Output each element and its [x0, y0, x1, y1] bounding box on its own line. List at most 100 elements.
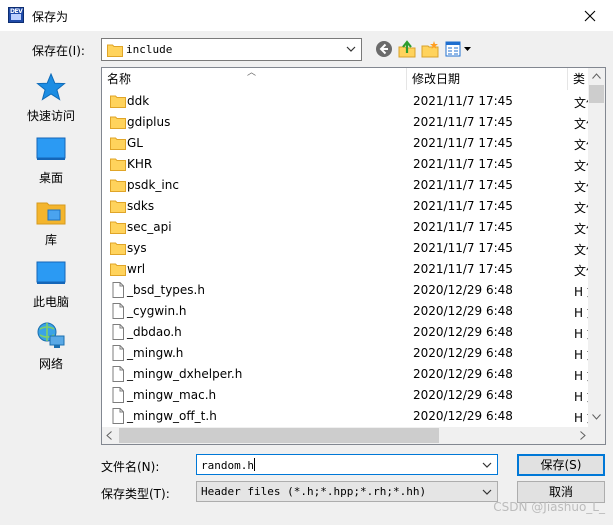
file-date: 2021/11/7 17:45 — [413, 157, 513, 171]
file-row[interactable]: KHR2021/11/7 17:45文件夹 — [102, 154, 590, 175]
file-row[interactable]: psdk_inc2021/11/7 17:45文件夹 — [102, 175, 590, 196]
app-icon: DEV — [8, 7, 24, 23]
window-title: 保存为 — [32, 10, 69, 24]
chevron-down-icon — [346, 46, 356, 52]
file-row[interactable]: _dbdao.h2020/12/29 6:48H 文件 — [102, 322, 590, 343]
title-bar: DEV 保存为 — [0, 0, 613, 31]
file-date: 2020/12/29 6:48 — [413, 325, 513, 339]
file-date: 2021/11/7 17:45 — [413, 241, 513, 255]
file-type-dropdown[interactable]: Header files (*.h;*.hpp;*.rh;*.hh) — [196, 481, 498, 502]
save-in-label: 保存在(I): — [32, 44, 85, 58]
file-name: wrl — [127, 262, 146, 276]
up-folder-button[interactable] — [396, 38, 418, 60]
file-name: _bsd_types.h — [127, 283, 205, 297]
file-date: 2020/12/29 6:48 — [413, 346, 513, 360]
file-name-label: 文件名(N): — [101, 460, 160, 474]
file-row[interactable]: _mingw_mac.h2020/12/29 6:48H 文件 — [102, 385, 590, 406]
file-row[interactable]: _mingw_off_t.h2020/12/29 6:48H 文件 — [102, 406, 590, 427]
this-pc-icon — [36, 261, 66, 284]
file-icon — [110, 345, 126, 361]
file-date: 2020/12/29 6:48 — [413, 367, 513, 381]
file-row[interactable]: wrl2021/11/7 17:45文件夹 — [102, 259, 590, 280]
file-name: gdiplus — [127, 115, 171, 129]
file-date: 2021/11/7 17:45 — [413, 94, 513, 108]
file-date: 2020/12/29 6:48 — [413, 409, 513, 423]
place-network[interactable]: 网络 — [8, 319, 94, 377]
column-date[interactable]: 修改日期 — [407, 68, 567, 90]
file-type-label: 保存类型(T): — [101, 487, 170, 501]
column-name[interactable]: 名称 — [102, 68, 406, 90]
file-date: 2021/11/7 17:45 — [413, 220, 513, 234]
column-type[interactable]: 类型 — [568, 68, 590, 90]
folder-icon — [110, 156, 126, 172]
file-list[interactable]: ︿ 名称 修改日期 类型 ddk2021/11/7 17:45文件夹gdiplu… — [101, 67, 606, 445]
scroll-up-icon[interactable] — [592, 73, 601, 79]
close-button[interactable] — [567, 0, 613, 31]
file-row[interactable]: sec_api2021/11/7 17:45文件夹 — [102, 217, 590, 238]
file-date: 2021/11/7 17:45 — [413, 262, 513, 276]
folder-icon — [110, 114, 126, 130]
file-name: _cygwin.h — [127, 304, 187, 318]
location-dropdown[interactable]: include — [101, 38, 362, 61]
scroll-right-icon[interactable] — [580, 431, 586, 440]
folder-icon — [110, 93, 126, 109]
file-icon — [110, 324, 126, 340]
file-name-input[interactable]: random.h — [196, 454, 498, 475]
file-date: 2020/12/29 6:48 — [413, 304, 513, 318]
save-button[interactable]: 保存(S) — [517, 454, 605, 476]
horizontal-scroll-thumb[interactable] — [119, 428, 439, 443]
vertical-scrollbar[interactable] — [588, 68, 605, 427]
back-icon — [376, 41, 392, 57]
column-header: ︿ 名称 修改日期 类型 — [102, 68, 590, 90]
horizontal-scrollbar[interactable] — [102, 427, 590, 444]
file-name: sdks — [127, 199, 155, 213]
vertical-scroll-thumb[interactable] — [589, 85, 604, 103]
scrollbar-corner — [588, 427, 605, 444]
place-desktop[interactable]: 桌面 — [8, 133, 94, 191]
file-icon — [110, 387, 126, 403]
back-button[interactable] — [373, 38, 395, 60]
file-name: sec_api — [127, 220, 172, 234]
file-icon — [110, 282, 126, 298]
file-icon — [110, 366, 126, 382]
view-menu-icon — [445, 41, 471, 57]
file-name: psdk_inc — [127, 178, 179, 192]
file-date: 2020/12/29 6:48 — [413, 283, 513, 297]
chevron-down-icon[interactable] — [481, 459, 493, 471]
view-menu-button[interactable] — [444, 38, 474, 60]
watermark: CSDN @Jiashuo_L_ — [493, 500, 605, 514]
file-row[interactable]: _bsd_types.h2020/12/29 6:48H 文件 — [102, 280, 590, 301]
file-row[interactable]: GL2021/11/7 17:45文件夹 — [102, 133, 590, 154]
library-icon — [36, 202, 66, 225]
place-quick-access[interactable]: 快速访问 — [8, 71, 94, 129]
file-date: 2021/11/7 17:45 — [413, 115, 513, 129]
folder-icon — [110, 219, 126, 235]
file-row[interactable]: _mingw_dxhelper.h2020/12/29 6:48H 文件 — [102, 364, 590, 385]
folder-icon — [110, 135, 126, 151]
scroll-left-icon[interactable] — [106, 431, 112, 440]
file-row[interactable]: _mingw.h2020/12/29 6:48H 文件 — [102, 343, 590, 364]
file-row[interactable]: sys2021/11/7 17:45文件夹 — [102, 238, 590, 259]
new-folder-icon — [421, 41, 439, 58]
file-row[interactable]: ddk2021/11/7 17:45文件夹 — [102, 91, 590, 112]
folder-icon — [110, 240, 126, 256]
quick-access-star-icon — [36, 73, 66, 101]
file-row[interactable]: sdks2021/11/7 17:45文件夹 — [102, 196, 590, 217]
file-date: 2021/11/7 17:45 — [413, 199, 513, 213]
file-row[interactable]: gdiplus2021/11/7 17:45文件夹 — [102, 112, 590, 133]
place-this-pc[interactable]: 此电脑 — [8, 257, 94, 315]
file-name: _mingw_mac.h — [127, 388, 217, 402]
scroll-down-icon[interactable] — [592, 414, 601, 420]
file-name: _mingw_dxhelper.h — [127, 367, 243, 381]
file-name: ddk — [127, 94, 150, 108]
file-date: 2021/11/7 17:45 — [413, 178, 513, 192]
file-row[interactable]: _cygwin.h2020/12/29 6:48H 文件 — [102, 301, 590, 322]
file-icon — [110, 303, 126, 319]
folder-icon — [110, 177, 126, 193]
file-name: _mingw_off_t.h — [127, 409, 217, 423]
desktop-icon — [36, 137, 66, 160]
place-library[interactable]: 库 — [8, 195, 94, 253]
file-name: _mingw.h — [127, 346, 184, 360]
close-icon — [584, 10, 596, 21]
new-folder-button[interactable] — [419, 38, 441, 60]
